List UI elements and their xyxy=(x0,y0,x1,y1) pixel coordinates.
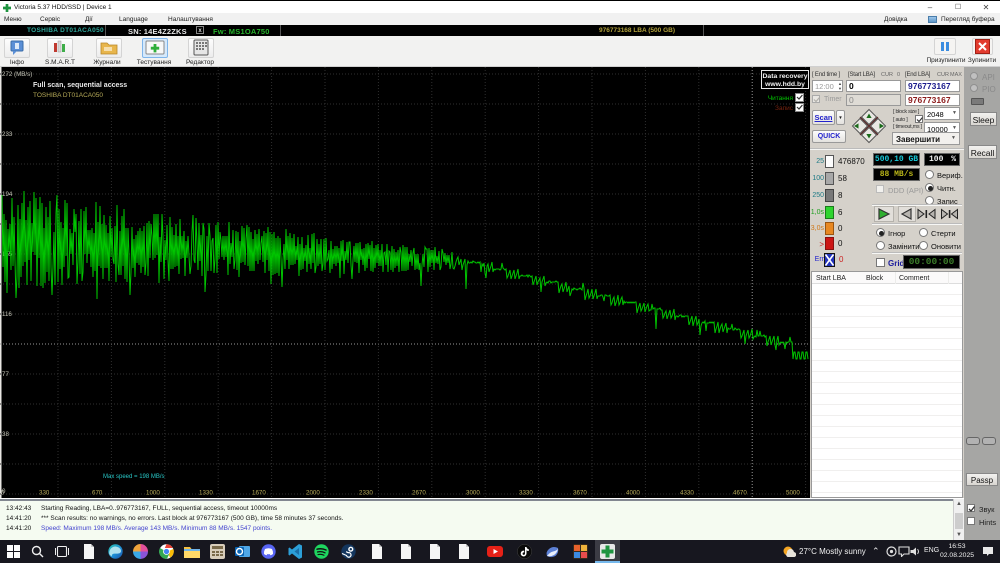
svg-text:2000: 2000 xyxy=(306,490,320,497)
svg-text:3330: 3330 xyxy=(519,490,533,497)
svg-text:116: 116 xyxy=(2,311,12,318)
svg-text:Full scan, sequential access: Full scan, sequential access xyxy=(33,82,127,89)
svg-text:Data recovery: Data recovery xyxy=(763,73,808,80)
svg-text:272 (MB/s): 272 (MB/s) xyxy=(2,71,32,78)
svg-text:www.hdd.by: www.hdd.by xyxy=(764,81,805,88)
svg-text:233: 233 xyxy=(2,131,13,138)
svg-text:3670: 3670 xyxy=(573,490,587,497)
svg-text:2670: 2670 xyxy=(412,490,426,497)
svg-text:4000: 4000 xyxy=(626,490,640,497)
svg-text:194: 194 xyxy=(2,191,13,198)
svg-text:38: 38 xyxy=(2,431,9,438)
svg-text:330: 330 xyxy=(39,490,50,497)
svg-text:5000: 5000 xyxy=(786,490,800,497)
svg-text:Читання: Читання xyxy=(768,95,794,102)
svg-text:4670: 4670 xyxy=(733,490,747,497)
svg-text:77: 77 xyxy=(2,371,9,378)
svg-text:670: 670 xyxy=(92,490,103,497)
svg-text:4330: 4330 xyxy=(680,490,694,497)
svg-text:Max speed = 198 MB/s: Max speed = 198 MB/s xyxy=(103,474,165,480)
svg-text:3000: 3000 xyxy=(466,490,480,497)
svg-text:TOSHIBA DT01ACA050: TOSHIBA DT01ACA050 xyxy=(33,92,103,99)
svg-text:1000: 1000 xyxy=(146,490,160,497)
svg-text:Запис: Запис xyxy=(775,105,794,112)
svg-text:0: 0 xyxy=(1,490,5,497)
svg-text:1670: 1670 xyxy=(252,490,266,497)
svg-text:2330: 2330 xyxy=(359,490,373,497)
svg-text:1330: 1330 xyxy=(199,490,213,497)
